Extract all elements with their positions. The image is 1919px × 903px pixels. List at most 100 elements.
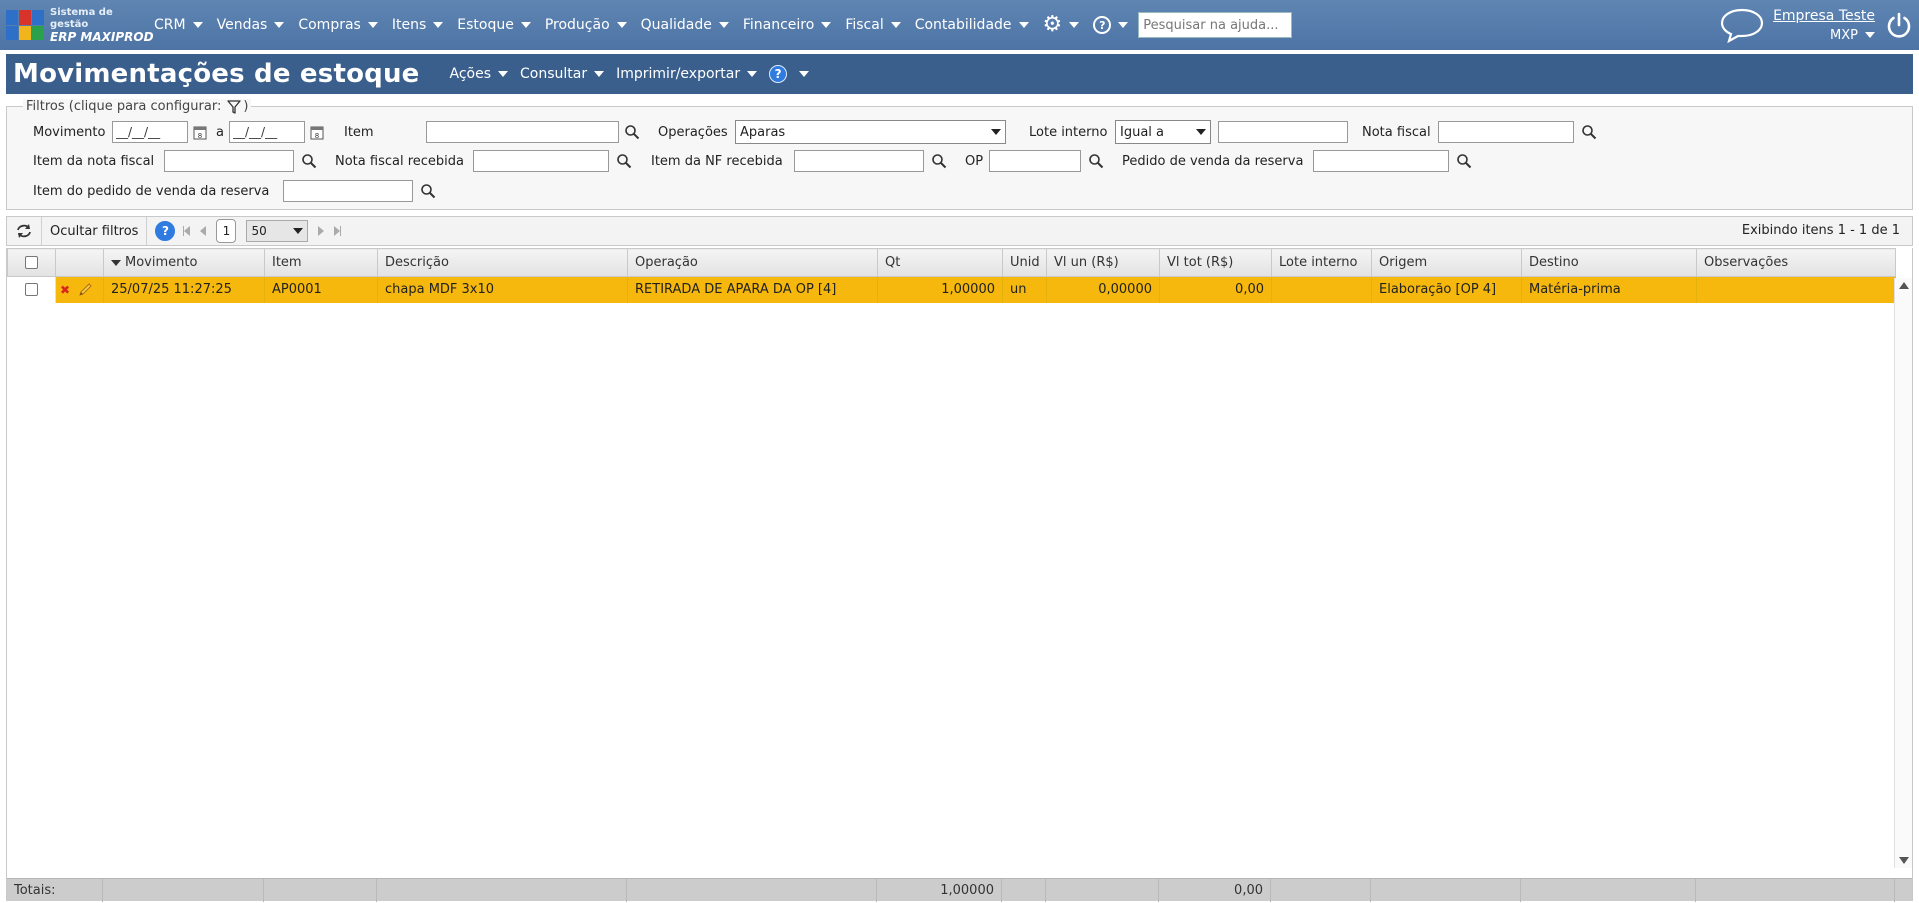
company-code-selector[interactable]: MXP — [1830, 28, 1875, 43]
col-lote-interno[interactable]: Lote interno — [1271, 248, 1372, 277]
sort-desc-icon — [111, 259, 121, 266]
pager: 1 50 — [183, 219, 342, 243]
lote-interno-label: Lote interno — [1029, 124, 1108, 140]
item-pedido-reserva-input[interactable] — [283, 180, 413, 202]
cell-lote-interno — [1271, 276, 1372, 303]
totals-row: Totais: 1,00000 0,00 — [7, 878, 1912, 902]
grid-help-button[interactable]: ? — [147, 217, 181, 245]
app-logo[interactable]: Sistema de gestão ERP MAXIPROD — [6, 7, 154, 43]
item-input[interactable] — [426, 121, 619, 143]
menu-consultar[interactable]: Consultar — [520, 66, 605, 82]
menu-producao[interactable]: Produção — [545, 17, 627, 33]
row-checkbox[interactable] — [24, 283, 38, 297]
last-page-icon[interactable] — [334, 226, 342, 236]
vertical-scrollbar[interactable] — [1894, 278, 1912, 868]
search-icon[interactable] — [1581, 124, 1597, 140]
page-size-select[interactable]: 50 — [246, 220, 309, 242]
menu-contabilidade[interactable]: Contabilidade — [915, 17, 1029, 33]
date-to-input[interactable] — [229, 121, 305, 143]
item-nota-fiscal-input[interactable] — [164, 150, 294, 172]
select-all-checkbox[interactable] — [25, 256, 38, 269]
scroll-up-icon[interactable] — [1899, 282, 1909, 289]
nota-fiscal-input[interactable] — [1438, 121, 1574, 143]
svg-text:8: 8 — [315, 132, 319, 140]
pedido-reserva-input[interactable] — [1313, 150, 1449, 172]
table-header-row: Movimento Item Descrição Operação Qt Uni… — [7, 248, 1896, 277]
cell-origem: Elaboração [OP 4] — [1371, 276, 1522, 303]
item-nf-recebida-input[interactable] — [794, 150, 924, 172]
lote-mode-select[interactable]: Igual a — [1115, 120, 1211, 144]
items-count-text: Exibindo itens 1 - 1 de 1 — [1741, 223, 1900, 238]
col-movimento[interactable]: Movimento — [103, 248, 265, 277]
menu-fiscal[interactable]: Fiscal — [845, 17, 901, 33]
lote-interno-input[interactable] — [1218, 121, 1348, 143]
col-item[interactable]: Item — [264, 248, 378, 277]
col-descricao[interactable]: Descrição — [377, 248, 628, 277]
search-icon[interactable] — [1456, 153, 1472, 169]
help-search-input[interactable] — [1138, 12, 1293, 38]
col-destino[interactable]: Destino — [1521, 248, 1697, 277]
menu-crm[interactable]: CRM — [154, 17, 203, 33]
top-bar: Sistema de gestão ERP MAXIPROD CRM Venda… — [0, 0, 1919, 50]
settings-menu[interactable]: ⚙ — [1043, 14, 1080, 36]
menu-acoes[interactable]: Ações — [450, 66, 509, 82]
col-observacoes[interactable]: Observações — [1696, 248, 1896, 277]
edit-icon[interactable] — [77, 282, 93, 298]
col-qt[interactable]: Qt — [877, 248, 1003, 277]
menu-imprimir-exportar[interactable]: Imprimir/exportar — [616, 66, 758, 82]
power-icon[interactable] — [1885, 11, 1913, 39]
calendar-icon[interactable]: 8 — [310, 124, 324, 140]
col-vl-un[interactable]: Vl un (R$) — [1046, 248, 1160, 277]
chevron-down-icon — [890, 22, 901, 28]
next-page-icon[interactable] — [318, 226, 325, 236]
calendar-icon[interactable]: 8 — [193, 124, 207, 140]
col-unid[interactable]: Unid — [1002, 248, 1047, 277]
scroll-down-icon[interactable] — [1899, 857, 1909, 864]
search-icon[interactable] — [931, 153, 947, 169]
cell-operacao: RETIRADA DE APARA DA OP [4] — [627, 276, 878, 303]
operacoes-select[interactable]: Aparas — [735, 120, 1006, 144]
op-label: OP — [965, 153, 984, 169]
movements-grid: Movimento Item Descrição Operação Qt Uni… — [6, 248, 1913, 902]
help-menu[interactable]: ? — [1093, 16, 1129, 34]
search-icon[interactable] — [301, 153, 317, 169]
item-nota-fiscal-label: Item da nota fiscal — [33, 153, 155, 169]
search-icon[interactable] — [624, 124, 640, 140]
search-icon[interactable] — [420, 183, 436, 199]
menu-estoque[interactable]: Estoque — [457, 17, 531, 33]
totals-label: Totais: — [7, 879, 103, 902]
op-input[interactable] — [989, 150, 1081, 172]
gear-icon: ⚙ — [1042, 12, 1063, 37]
page-number-input[interactable]: 1 — [216, 219, 237, 243]
first-page-icon[interactable] — [183, 226, 191, 236]
col-operacao[interactable]: Operação — [627, 248, 878, 277]
chevron-down-icon — [616, 22, 627, 28]
col-vl-tot[interactable]: Vl tot (R$) — [1159, 248, 1272, 277]
date-from-input[interactable] — [112, 121, 188, 143]
movimento-label: Movimento — [33, 124, 106, 140]
cell-item: AP0001 — [264, 276, 378, 303]
nf-recebida-input[interactable] — [473, 150, 609, 172]
search-icon[interactable] — [1088, 153, 1104, 169]
menu-financeiro[interactable]: Financeiro — [743, 17, 832, 33]
search-icon[interactable] — [616, 153, 632, 169]
table-row[interactable]: ✖ 25/07/25 11:27:25 AP0001 chapa MDF 3x1… — [7, 276, 1896, 303]
filter-config-icon[interactable] — [227, 99, 241, 114]
menu-vendas[interactable]: Vendas — [217, 17, 285, 33]
menu-compras[interactable]: Compras — [298, 17, 378, 33]
page-header: Movimentações de estoque Ações Consultar… — [6, 54, 1913, 94]
menu-itens[interactable]: Itens — [392, 17, 444, 33]
delete-icon[interactable]: ✖ — [60, 283, 70, 297]
col-origem[interactable]: Origem — [1371, 248, 1522, 277]
menu-qualidade[interactable]: Qualidade — [641, 17, 729, 33]
svg-text:8: 8 — [198, 132, 202, 140]
hide-filters-button[interactable]: Ocultar filtros — [42, 217, 148, 245]
filters-panel: Filtros (clique para configurar: ) Movim… — [6, 99, 1913, 210]
chevron-down-icon — [821, 22, 832, 28]
company-name-link[interactable]: Empresa Teste — [1773, 8, 1875, 24]
page-help-menu[interactable]: ? — [769, 65, 810, 83]
refresh-button[interactable] — [7, 217, 42, 245]
prev-page-icon[interactable] — [200, 226, 207, 236]
chat-icon[interactable] — [1719, 7, 1765, 43]
chevron-down-icon — [1069, 22, 1080, 28]
